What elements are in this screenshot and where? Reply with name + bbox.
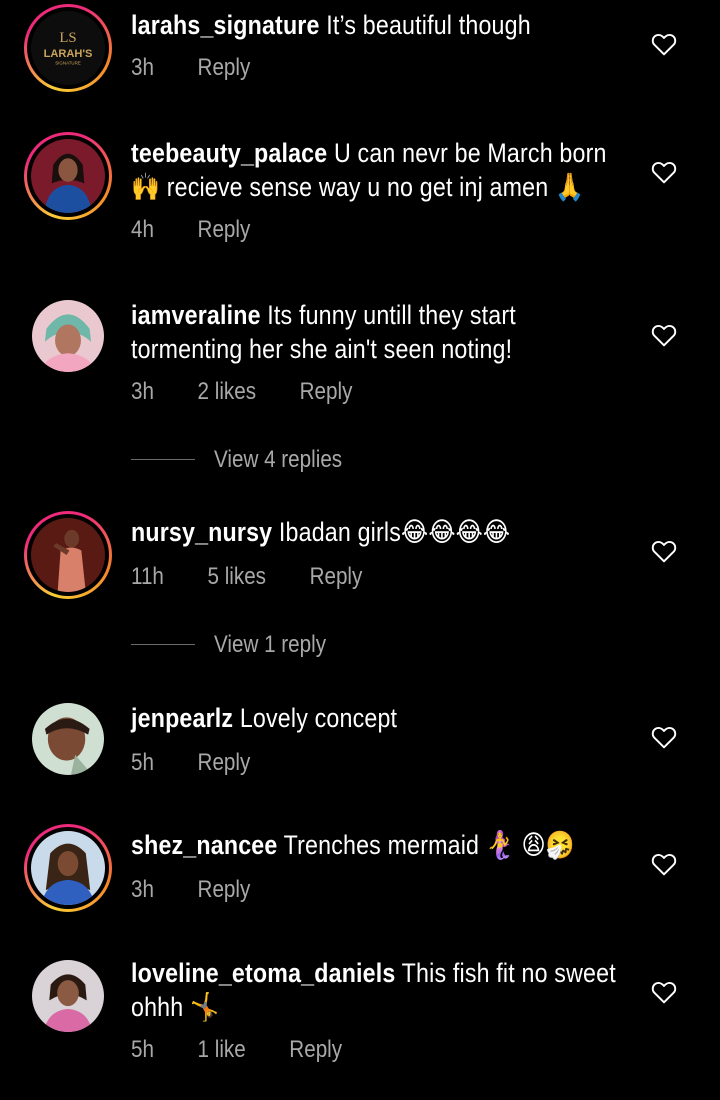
profile-photo [31, 139, 105, 213]
comment-text-line: loveline_etoma_daniels This fish fit no … [131, 956, 630, 1024]
avatar-frame [32, 703, 104, 775]
comment-username[interactable]: teebeauty_palace [131, 138, 327, 168]
comment-username[interactable]: larahs_signature [131, 10, 320, 40]
comment-text-line: iamveraline Its funny untill they start … [131, 298, 630, 366]
comment-likes[interactable]: 2 likes [198, 378, 257, 406]
comment-body: iamveraline Its funny untill they start … [131, 298, 631, 405]
comment-text-line: teebeauty_palace U can nevr be March bor… [131, 136, 630, 204]
comment-text-line: nursy_nursy Ibadan girls😂😂😂😂 [131, 515, 630, 549]
replies-divider-line [131, 644, 195, 645]
replies-divider-line [131, 459, 195, 460]
heart-outline-icon [651, 727, 677, 749]
comment-username[interactable]: shez_nancee [131, 830, 277, 860]
comment-time: 11h [131, 563, 164, 590]
profile-photo [31, 518, 105, 592]
like-button[interactable] [651, 539, 677, 563]
avatar-story-ring[interactable] [24, 824, 112, 912]
avatar-brand-text: LARAH'S [44, 48, 93, 60]
avatar-story-ring[interactable] [24, 511, 112, 599]
comment-body: larahs_signature It’s beautiful though 3… [131, 8, 631, 81]
like-button[interactable] [651, 32, 677, 56]
comment-time: 5h [131, 749, 154, 776]
avatar-frame [32, 300, 104, 372]
avatar-frame: LS LARAH'S SIGNATURE [27, 7, 109, 89]
like-button[interactable] [651, 160, 677, 184]
comment-text-line: larahs_signature It’s beautiful though [131, 8, 630, 42]
like-button[interactable] [651, 725, 677, 749]
comment-likes[interactable]: 1 like [198, 1036, 246, 1064]
avatar [31, 831, 105, 905]
comment-username[interactable]: nursy_nursy [131, 517, 272, 547]
heart-outline-icon [651, 541, 677, 563]
comment-body: nursy_nursy Ibadan girls😂😂😂😂 11h 5 likes… [131, 515, 631, 590]
comment-username[interactable]: iamveraline [131, 300, 261, 330]
heart-outline-icon [651, 982, 677, 1004]
heart-outline-icon [651, 162, 677, 184]
avatar [31, 518, 105, 592]
avatar-frame [27, 135, 109, 217]
avatar [32, 300, 104, 372]
comment-meta: 3h Reply [131, 876, 250, 904]
reply-button[interactable]: Reply [310, 563, 363, 591]
comment-text: Lovely concept [239, 703, 398, 733]
avatar [32, 960, 104, 1032]
avatar-story-ring[interactable]: LS LARAH'S SIGNATURE [24, 4, 112, 92]
comment-time: 3h [131, 876, 154, 903]
reply-button[interactable]: Reply [198, 749, 251, 777]
comment-text-line: jenpearlz Lovely concept [131, 701, 630, 735]
like-button[interactable] [651, 852, 677, 876]
heart-outline-icon [651, 34, 677, 56]
comment-time: 3h [131, 54, 154, 81]
comment-body: shez_nancee Trenches mermaid 🧜‍♀️ 😩🤧 3h … [131, 828, 631, 903]
avatar-monogram: LS [59, 30, 76, 46]
heart-outline-icon [651, 854, 677, 876]
comment-time: 5h [131, 1036, 154, 1063]
avatar-frame [27, 514, 109, 596]
profile-photo [31, 831, 105, 905]
comment-body: loveline_etoma_daniels This fish fit no … [131, 956, 631, 1063]
comment-meta: 5h 1 like Reply [131, 1036, 342, 1064]
comment-text: It’s beautiful though [326, 10, 531, 40]
reply-button[interactable]: Reply [198, 216, 251, 244]
avatar-container[interactable] [32, 703, 104, 775]
avatar [31, 139, 105, 213]
avatar-container[interactable] [32, 300, 104, 372]
avatar: LS LARAH'S SIGNATURE [31, 11, 105, 85]
comment-meta: 3h 2 likes Reply [131, 378, 352, 406]
avatar [32, 703, 104, 775]
comment-username[interactable]: jenpearlz [131, 703, 233, 733]
profile-photo [32, 960, 104, 1032]
comment-time: 4h [131, 216, 154, 243]
comment-username[interactable]: loveline_etoma_daniels [131, 958, 395, 988]
avatar-story-ring[interactable] [24, 132, 112, 220]
like-button[interactable] [651, 980, 677, 1004]
profile-photo [32, 300, 104, 372]
reply-button[interactable]: Reply [198, 54, 251, 82]
avatar-frame [27, 827, 109, 909]
avatar-frame [32, 960, 104, 1032]
view-replies-label: View 1 reply [214, 631, 327, 658]
comment-meta: 11h 5 likes Reply [131, 563, 362, 591]
avatar-brand-subtext: SIGNATURE [55, 60, 81, 65]
view-replies-label: View 4 replies [214, 446, 343, 473]
comment-meta: 5h Reply [131, 749, 250, 777]
reply-button[interactable]: Reply [198, 876, 251, 904]
comment-text-line: shez_nancee Trenches mermaid 🧜‍♀️ 😩🤧 [131, 828, 630, 862]
comment-body: jenpearlz Lovely concept 5h Reply [131, 701, 631, 776]
reply-button[interactable]: Reply [300, 378, 353, 406]
reply-button[interactable]: Reply [289, 1036, 342, 1064]
comment-time: 3h [131, 378, 154, 405]
comment-meta: 4h Reply [131, 216, 250, 244]
like-button[interactable] [651, 323, 677, 347]
profile-photo [32, 703, 104, 775]
heart-outline-icon [651, 325, 677, 347]
comment-likes[interactable]: 5 likes [207, 563, 266, 591]
comment-text: Ibadan girls😂😂😂😂 [278, 517, 511, 547]
avatar-container[interactable] [32, 960, 104, 1032]
comment-text: Trenches mermaid 🧜‍♀️ 😩🤧 [283, 830, 575, 860]
comment-meta: 3h Reply [131, 54, 250, 82]
comment-body: teebeauty_palace U can nevr be March bor… [131, 136, 631, 243]
logo-avatar-image: LS LARAH'S SIGNATURE [31, 11, 105, 85]
